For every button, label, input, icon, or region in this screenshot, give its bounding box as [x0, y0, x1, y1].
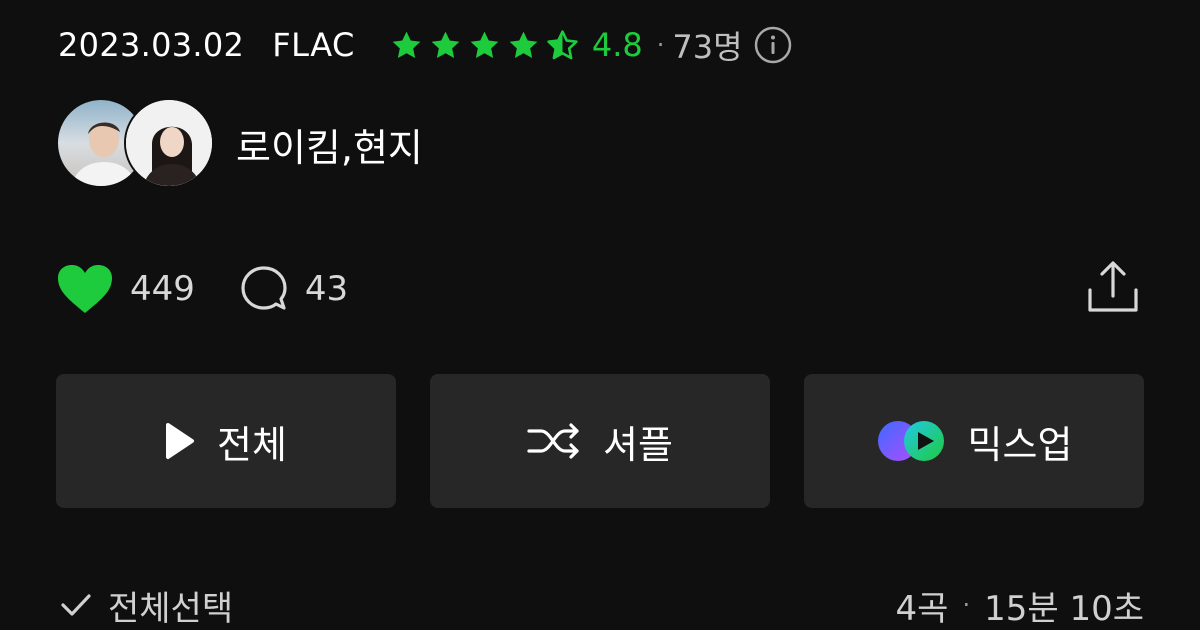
avatar	[124, 98, 214, 188]
like-count: 449	[130, 269, 195, 309]
total-duration: 15분 10초	[984, 588, 1144, 629]
shuffle-button[interactable]: 셔플	[430, 374, 770, 508]
select-all-label: 전체선택	[108, 588, 234, 629]
rating-stars[interactable]	[389, 28, 580, 63]
social-row: 449 43	[56, 258, 348, 320]
select-all-button[interactable]: 전체선택	[56, 581, 233, 630]
release-date: 2023.03.02	[58, 26, 245, 64]
mixup-button[interactable]: 믹스업	[804, 374, 1144, 508]
info-icon[interactable]	[753, 25, 793, 65]
play-all-button[interactable]: 전체	[56, 374, 396, 508]
comment-icon[interactable]	[239, 264, 289, 314]
comment-count: 43	[304, 269, 349, 309]
track-list-header: 전체선택 4곡 · 15분 10초	[56, 580, 1144, 630]
track-count: 4곡	[895, 588, 949, 629]
artist-names[interactable]: 로이킴,현지	[236, 117, 423, 172]
half-star-icon	[547, 29, 578, 59]
artist-row[interactable]: 로이킴,현지	[56, 98, 423, 190]
mixup-label: 믹스업	[967, 422, 1073, 467]
check-icon	[61, 594, 91, 616]
star-icon	[509, 31, 538, 58]
separator-dot: ·	[962, 591, 971, 619]
share-icon[interactable]	[1084, 258, 1142, 316]
play-all-label: 전체	[217, 422, 287, 467]
shuffle-label: 셔플	[603, 422, 673, 467]
album-detail-screen: 2023.03.02 FLAC 4.8 · 73명 로이킴,현지 449 43 …	[0, 0, 1200, 630]
play-icon	[166, 423, 195, 459]
mixup-icon	[877, 421, 944, 461]
artist-avatars	[56, 98, 216, 190]
shuffle-icon	[527, 423, 579, 459]
star-icon	[392, 31, 421, 58]
audio-format: FLAC	[272, 26, 355, 64]
star-icon	[431, 31, 460, 58]
rating-count: 73명	[672, 28, 743, 66]
action-buttons: 전체 셔플 믹스업	[56, 374, 1144, 508]
heart-icon[interactable]	[56, 263, 114, 315]
rating-value: 4.8	[591, 26, 643, 64]
track-summary: 4곡 · 15분 10초	[896, 581, 1144, 630]
album-meta-row: 2023.03.02 FLAC 4.8 · 73명	[58, 22, 793, 68]
separator-dot: ·	[656, 31, 665, 59]
star-icon	[470, 31, 499, 58]
